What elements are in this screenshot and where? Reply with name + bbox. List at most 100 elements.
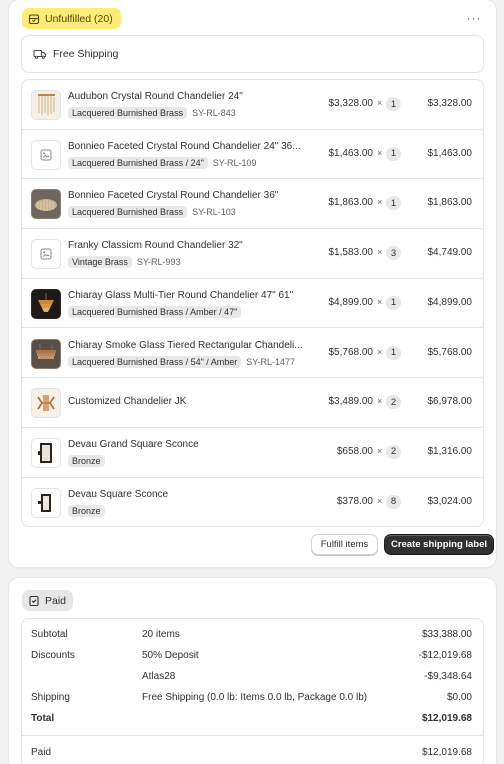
line-total: $6,978.00 — [427, 396, 473, 408]
unit-price: $4,899.00 — [328, 296, 374, 308]
product-thumbnail — [31, 437, 61, 468]
product-thumbnail — [31, 90, 61, 120]
product-meta: Lacquered Burnished Brass / 24" SY-RL-10… — [68, 156, 257, 169]
line-item[interactable]: Devau Grand Square Sconce Bronze $658.00… — [22, 428, 483, 478]
variant-tag: Lacquered Burnished Brass / 54" / Amber — [68, 355, 242, 368]
product-meta: Bronze — [68, 454, 105, 467]
payment-card: Paid Subtotal 20 items $33,388.00 Discou… — [9, 578, 496, 764]
quantity-badge: 1 — [386, 146, 401, 161]
product-thumbnail — [31, 139, 61, 170]
shipping-row: Shipping Free Shipping (0.0 lb: Items 0.… — [22, 688, 483, 708]
quantity-badge: 3 — [386, 246, 401, 261]
discount-row: Discounts 50% Deposit -$12,019.68 — [22, 646, 483, 666]
sku-text: SY-RL-993 — [136, 257, 181, 268]
line-item[interactable]: Franky Classicm Round Chandelier 32" Vin… — [22, 229, 483, 279]
unit-price: $378.00 — [336, 495, 373, 507]
quantity-badge: 1 — [386, 97, 401, 111]
line-item[interactable]: Bonnieo Faceted Crystal Round Chandelier… — [22, 179, 483, 230]
product-name[interactable]: Chiaray Smoke Glass Tiered Rectangular C… — [68, 340, 314, 351]
row-label: Subtotal — [31, 629, 68, 640]
variant-tag: Vintage Brass — [68, 256, 132, 269]
variant-tag: Bronze — [68, 454, 105, 467]
line-item[interactable]: Audubon Crystal Round Chandelier 24" Lac… — [22, 80, 483, 130]
line-items-list: Audubon Crystal Round Chandelier 24" Lac… — [21, 79, 484, 527]
shipping-method-box: Free Shipping — [21, 35, 484, 73]
product-thumbnail — [31, 338, 61, 369]
multiply-sign: × — [377, 247, 383, 258]
row-description: 50% Deposit — [142, 650, 199, 661]
line-item[interactable]: Devau Square Sconce Bronze $378.00 × 8 $… — [22, 478, 483, 526]
unit-price: $3,489.00 — [328, 396, 374, 408]
product-name[interactable]: Devau Grand Square Sconce — [68, 439, 314, 450]
product-meta: Vintage Brass SY-RL-993 — [68, 256, 181, 269]
discount-code-row: Atlas28 -$9,348.64 — [22, 667, 483, 687]
sku-text: SY-RL-843 — [192, 108, 236, 118]
truck-icon — [33, 48, 47, 60]
create-shipping-label-button[interactable]: Create shipping label — [384, 534, 494, 555]
row-label: Shipping — [31, 692, 70, 703]
product-name[interactable]: Chiaray Glass Multi-Tier Round Chandelie… — [68, 290, 314, 301]
multiply-sign: × — [377, 296, 383, 307]
sku-text: SY-RL-109 — [212, 157, 257, 168]
quantity-badge: 2 — [386, 444, 401, 459]
paid-badge: Paid — [22, 590, 74, 611]
line-item[interactable]: Customized Chandelier JK $3,489.00 × 2 $… — [22, 378, 483, 428]
row-amount: $12,019.68 — [421, 747, 472, 758]
product-name[interactable]: Bonnieo Faceted Crystal Round Chandelier… — [68, 190, 314, 201]
image-placeholder-icon — [40, 248, 52, 260]
line-item[interactable]: Bonnieo Faceted Crystal Round Chandelier… — [22, 130, 483, 180]
product-thumbnail — [31, 388, 61, 419]
unfulfilled-badge: Unfulfilled (20) — [22, 8, 121, 29]
total-row: Total $12,019.68 — [22, 709, 483, 729]
line-total: $5,768.00 — [427, 346, 473, 358]
shipping-method-label: Free Shipping — [53, 48, 119, 60]
quantity-badge: 8 — [386, 494, 401, 509]
more-dots-icon: ··· — [466, 11, 482, 25]
sku-text: SY-RL-103 — [192, 207, 236, 218]
quantity-badge: 1 — [386, 345, 401, 360]
product-meta: Lacquered Burnished Brass / 54" / Amber … — [68, 355, 295, 368]
product-name[interactable]: Bonnieo Faceted Crystal Round Chandelier… — [68, 141, 314, 152]
variant-tag: Bronze — [68, 504, 105, 517]
row-label: Paid — [31, 747, 52, 758]
paid-badge-label: Paid — [45, 594, 67, 607]
unfulfilled-card: Unfulfilled (20) ··· Free Shipping Audub… — [9, 0, 496, 567]
variant-tag: Lacquered Burnished Brass / Amber / 47" — [68, 305, 242, 318]
product-meta: Bronze — [68, 504, 105, 517]
row-amount: $0.00 — [446, 692, 472, 703]
quantity-badge: 1 — [386, 196, 401, 211]
sku-text: SY-RL-1477 — [246, 356, 295, 367]
fulfill-items-button[interactable]: Fulfill items — [311, 534, 378, 555]
unit-price: $1,463.00 — [328, 147, 374, 159]
variant-tag: Lacquered Burnished Brass / 24" — [68, 156, 208, 169]
variant-tag: Lacquered Burnished Brass — [68, 206, 188, 219]
row-amount: -$12,019.68 — [418, 650, 472, 661]
line-total: $3,024.00 — [427, 495, 473, 507]
paid-row: Paid $12,019.68 — [22, 743, 483, 763]
line-total: $1,463.00 — [427, 147, 473, 159]
product-name[interactable]: Franky Classicm Round Chandelier 32" — [68, 240, 314, 251]
subtotal-row: Subtotal 20 items $33,388.00 — [22, 625, 483, 645]
line-total: $3,328.00 — [427, 98, 473, 109]
unit-price: $658.00 — [336, 445, 373, 457]
product-name[interactable]: Audubon Crystal Round Chandelier 24" — [68, 91, 314, 102]
unit-price: $1,863.00 — [328, 197, 374, 209]
multiply-sign: × — [377, 346, 383, 357]
unfulfilled-label: Unfulfilled (20) — [45, 12, 113, 25]
row-amount: $33,388.00 — [421, 629, 472, 640]
receipt-check-icon — [28, 595, 40, 607]
row-description: Atlas28 — [142, 671, 176, 682]
more-actions-button[interactable]: ··· — [466, 10, 482, 26]
product-thumbnail — [31, 189, 61, 220]
divider — [22, 735, 483, 736]
multiply-sign: × — [377, 396, 383, 407]
line-total: $1,316.00 — [427, 445, 473, 457]
unit-price: $1,583.00 — [328, 247, 374, 259]
row-label: Total — [31, 713, 55, 724]
row-amount: -$9,348.64 — [424, 671, 472, 682]
multiply-sign: × — [377, 495, 383, 506]
product-name[interactable]: Customized Chandelier JK — [68, 396, 314, 407]
line-item[interactable]: Chiaray Glass Multi-Tier Round Chandelie… — [22, 279, 483, 329]
line-item[interactable]: Chiaray Smoke Glass Tiered Rectangular C… — [22, 329, 483, 379]
product-name[interactable]: Devau Square Sconce — [68, 489, 314, 500]
